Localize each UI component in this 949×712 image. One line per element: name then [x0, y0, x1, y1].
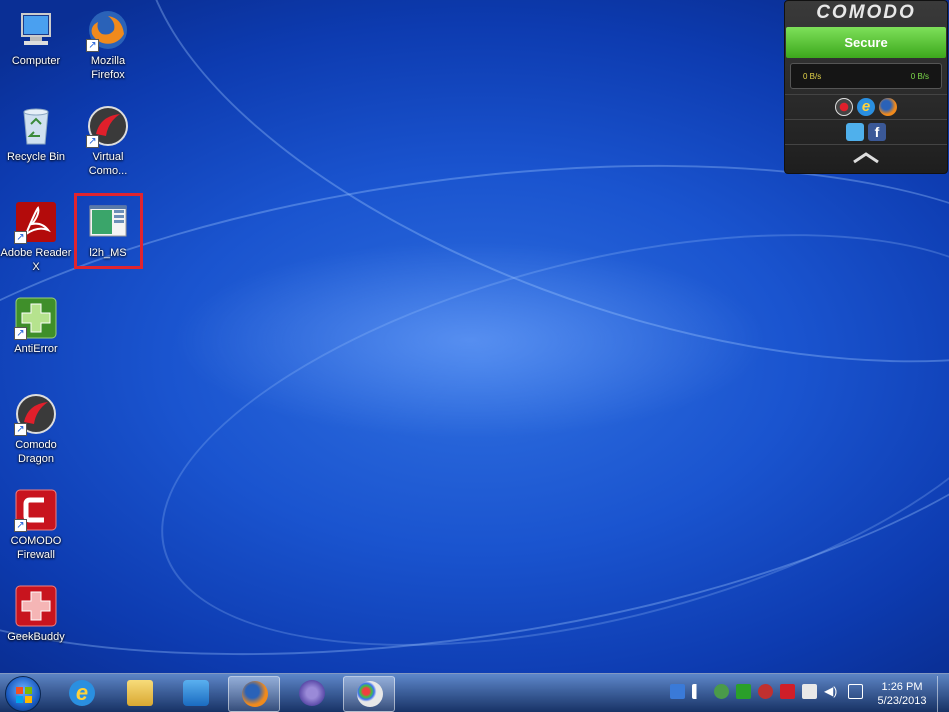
network-helper-icon[interactable] [670, 684, 685, 699]
antierror-tray-icon[interactable] [758, 684, 773, 699]
desktop-icon-label: Computer [11, 55, 61, 67]
taskbar-virtual-comodo[interactable] [286, 676, 338, 712]
shortcut-arrow-icon: ↗ [14, 231, 27, 244]
internet-explorer-icon[interactable]: e [857, 98, 875, 116]
desktop-icon-label: Mozilla Firefox [90, 55, 126, 81]
computer-icon [14, 8, 58, 52]
taskbar-windows-explorer[interactable] [114, 676, 166, 712]
shortcut-arrow-icon: ↗ [86, 39, 99, 52]
social-links: f [785, 119, 947, 144]
twitter-icon[interactable] [846, 123, 864, 141]
facebook-icon[interactable]: f [868, 123, 886, 141]
recycle-bin-icon [14, 104, 58, 148]
l2h-file-icon [86, 200, 130, 244]
taskbar-internet-explorer[interactable]: e [56, 676, 108, 712]
desktop-icon-comodo-dragon[interactable]: ↗ Comodo Dragon [0, 388, 72, 466]
comodo-firewall-tray-icon[interactable] [780, 684, 795, 699]
browser-launchers: e [785, 94, 947, 119]
clock-time: 1:26 PM [881, 681, 923, 693]
desktop-icon-l2h-ms[interactable]: l2h_MS [72, 196, 144, 260]
adobe-reader-icon: ↗ [14, 200, 58, 244]
comodo-firewall-icon: ↗ [14, 488, 58, 532]
shortcut-arrow-icon: ↗ [14, 327, 27, 340]
virtual-comodo-icon [299, 680, 325, 706]
desktop-icon-label: Adobe Reader X [0, 247, 72, 273]
taskbar-media-player[interactable] [170, 676, 222, 712]
desktop-icon-label: AntiError [14, 343, 58, 355]
windows-explorer-icon [127, 680, 153, 706]
action-center-flag-icon[interactable] [692, 684, 707, 699]
desktop-icon-label: Virtual Como... [88, 151, 128, 177]
wallpaper-swoosh [119, 156, 949, 712]
widget-brand: COMODO [816, 2, 916, 23]
shortcut-arrow-icon: ↗ [86, 135, 99, 148]
desktop-icon-label: l2h_MS [89, 247, 127, 259]
update-icon[interactable] [714, 684, 729, 699]
start-button[interactable] [5, 676, 41, 712]
traffic-meter: 0 B/s 0 B/s [790, 63, 942, 89]
paint-icon [357, 681, 383, 707]
shortcut-arrow-icon: ↗ [14, 423, 27, 436]
desktop-icon-computer[interactable]: Computer [0, 4, 72, 68]
taskbar: e ◀) 1:26 PM 5/23/2013 [0, 673, 949, 712]
desktop-icon-label: GeekBuddy [7, 631, 65, 643]
media-player-icon [183, 680, 209, 706]
desktop-icon-virtual-comodo[interactable]: ↗ Virtual Como... [72, 100, 144, 178]
download-speed: 0 B/s [803, 72, 822, 81]
volume-icon[interactable]: ◀) [824, 684, 839, 699]
security-status-button[interactable]: Secure [786, 27, 946, 58]
desktop-icon-firefox[interactable]: ↗ Mozilla Firefox [72, 4, 144, 82]
desktop-icon-recycle-bin[interactable]: Recycle Bin [0, 100, 72, 164]
show-hidden-icon[interactable] [848, 684, 863, 699]
comodo-dragon-icon: ↗ [14, 392, 58, 436]
desktop-icon-geekbuddy[interactable]: GeekBuddy [0, 580, 72, 644]
system-clock[interactable]: 1:26 PM 5/23/2013 [870, 680, 934, 708]
desktop-icon-label: COMODO Firewall [10, 535, 62, 561]
geekbuddy-icon [14, 584, 58, 628]
desktop-icon-comodo-firewall[interactable]: ↗ COMODO Firewall [0, 484, 72, 562]
wallpaper-swoosh [0, 91, 949, 712]
power-icon[interactable] [802, 684, 817, 699]
firefox-icon[interactable] [879, 98, 897, 116]
virtual-comodo-icon: ↗ [86, 104, 130, 148]
shortcut-arrow-icon: ↗ [14, 519, 27, 532]
show-desktop-button[interactable] [937, 676, 949, 712]
taskbar-firefox[interactable] [228, 676, 280, 712]
comodo-dragon-icon[interactable] [835, 98, 853, 116]
clock-date: 5/23/2013 [877, 695, 927, 707]
firefox-icon: ↗ [86, 8, 130, 52]
firefox-icon [242, 681, 268, 707]
widget-collapse-button[interactable] [785, 144, 947, 169]
taskbar-paint[interactable] [343, 676, 395, 712]
comodo-widget: COMODO Secure 0 B/s 0 B/s e f [784, 0, 948, 174]
windows-logo-icon [16, 687, 32, 703]
internet-explorer-icon: e [69, 680, 95, 706]
desktop-icon-label: Recycle Bin [6, 151, 66, 163]
chevron-up-icon [853, 152, 879, 164]
network-icon[interactable] [736, 684, 751, 699]
desktop-icon-adobe-reader[interactable]: ↗ Adobe Reader X [0, 196, 72, 274]
desktop-icon-antierror[interactable]: ↗ AntiError [0, 292, 72, 356]
upload-speed: 0 B/s [910, 72, 929, 81]
desktop-icon-label: Comodo Dragon [15, 439, 57, 465]
antierror-icon: ↗ [14, 296, 58, 340]
